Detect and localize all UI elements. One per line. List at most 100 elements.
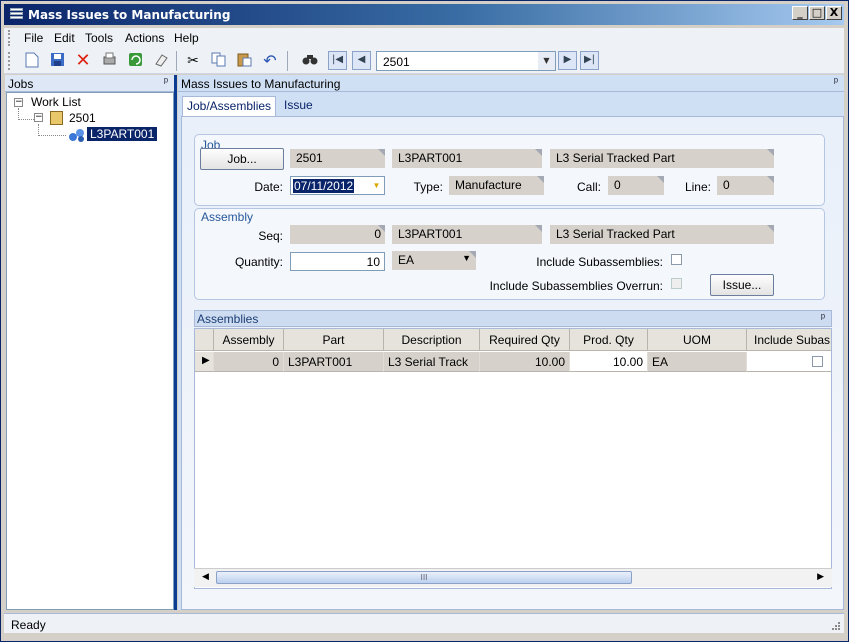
- resize-grip-icon[interactable]: [830, 620, 841, 631]
- scroll-left-icon[interactable]: ◀: [202, 572, 209, 582]
- scroll-right-icon[interactable]: ▶: [817, 572, 824, 582]
- column-header-description[interactable]: Description: [384, 329, 480, 351]
- next-icon[interactable]: ▶: [558, 51, 577, 70]
- column-header-uom[interactable]: UOM: [648, 329, 747, 351]
- chevron-down-icon[interactable]: ▼: [538, 52, 555, 70]
- menu-help[interactable]: Help: [174, 31, 199, 45]
- undo-icon[interactable]: ↶: [261, 52, 279, 70]
- pin-icon[interactable]: ᵖ: [821, 312, 825, 324]
- copy-icon[interactable]: [209, 52, 227, 70]
- new-icon[interactable]: [23, 52, 41, 70]
- pin-icon[interactable]: ᵖ: [834, 76, 838, 88]
- prev-icon[interactable]: ◀: [352, 51, 371, 70]
- menu-actions[interactable]: Actions: [125, 31, 164, 45]
- last-icon[interactable]: ▶|: [580, 51, 599, 70]
- jobs-pane-title: Jobs: [8, 77, 34, 91]
- first-icon[interactable]: |◀: [328, 51, 347, 70]
- menu-bar: File Edit Tools Actions Help: [4, 28, 844, 48]
- cut-icon[interactable]: ✂: [184, 52, 202, 70]
- include-subassemblies-overrun-checkbox[interactable]: [671, 278, 682, 289]
- job-nav-value: 2501: [383, 55, 410, 69]
- collapse-icon[interactable]: −: [34, 113, 43, 122]
- type-field: Manufacture: [449, 176, 544, 195]
- scroll-grip: III: [420, 573, 428, 582]
- chevron-down-icon[interactable]: ▼: [462, 253, 471, 263]
- assemblies-grid-title: Assemblies: [197, 312, 259, 326]
- paste-icon[interactable]: [235, 52, 253, 70]
- column-header-prod-qty[interactable]: Prod. Qty: [570, 329, 648, 351]
- menu-tools[interactable]: Tools: [85, 31, 113, 45]
- status-text: Ready: [11, 618, 46, 632]
- include-sub-row-checkbox[interactable]: [812, 356, 823, 367]
- save-icon[interactable]: [48, 52, 66, 70]
- tree-item-assembly[interactable]: L3PART001: [85, 126, 159, 142]
- column-header-part[interactable]: Part: [284, 329, 384, 351]
- horizontal-scrollbar[interactable]: ◀ III ▶: [194, 568, 832, 587]
- title-bar: Mass Issues to Manufacturing _ □ X: [4, 4, 844, 25]
- minimize-button[interactable]: _: [792, 6, 808, 20]
- grid-row-header-corner: [195, 329, 214, 351]
- seq-field: 0: [290, 225, 385, 244]
- quantity-label: Quantity:: [234, 255, 283, 269]
- menu-file[interactable]: File: [24, 31, 43, 45]
- uom-value: EA: [398, 253, 415, 267]
- job-nav-combo[interactable]: 2501 ▼: [376, 51, 556, 71]
- line-field: 0: [717, 176, 774, 195]
- clear-icon[interactable]: [152, 52, 170, 70]
- collapse-icon[interactable]: −: [14, 98, 23, 107]
- cell-description[interactable]: L3 Serial Track: [384, 352, 480, 372]
- scrollbar-thumb[interactable]: III: [216, 571, 632, 584]
- tab-issue[interactable]: Issue: [280, 96, 317, 116]
- tree-item-work-list[interactable]: Work List: [31, 95, 81, 109]
- close-button[interactable]: X: [826, 6, 842, 20]
- column-header-required-qty[interactable]: Required Qty: [480, 329, 570, 351]
- assemblies-grid: Assembly Part Description Required Qty P…: [194, 328, 832, 589]
- delete-icon[interactable]: ✕: [74, 52, 92, 70]
- refresh-icon[interactable]: [126, 52, 144, 70]
- job-icon: [50, 111, 63, 125]
- row-selector-icon[interactable]: ▶: [195, 352, 214, 372]
- window-title: Mass Issues to Manufacturing: [28, 8, 231, 22]
- cell-required-qty[interactable]: 10.00: [480, 352, 570, 372]
- date-value: 07/11/2012: [293, 179, 355, 193]
- toolbar-separator: [176, 51, 177, 71]
- include-subassemblies-checkbox[interactable]: [671, 254, 682, 265]
- pin-icon[interactable]: ᵖ: [164, 76, 168, 88]
- print-icon[interactable]: [100, 52, 118, 70]
- assembly-part-field: L3PART001: [392, 225, 542, 244]
- date-field[interactable]: 07/11/2012 ▼: [290, 176, 385, 195]
- job-part-field: L3PART001: [392, 149, 542, 168]
- column-header-assembly[interactable]: Assembly: [214, 329, 284, 351]
- toolbar-grip[interactable]: [8, 52, 11, 70]
- cell-prod-qty[interactable]: 10.00: [570, 352, 648, 372]
- menu-edit[interactable]: Edit: [54, 31, 75, 45]
- tree-item-job[interactable]: 2501: [69, 111, 96, 125]
- pane-splitter[interactable]: [174, 75, 177, 610]
- cell-part[interactable]: L3PART001: [284, 352, 384, 372]
- call-field: 0: [608, 176, 664, 195]
- cell-include-subassemblies[interactable]: [747, 352, 831, 372]
- main-window: Mass Issues to Manufacturing _ □ X File …: [0, 0, 849, 642]
- job-description-field: L3 Serial Tracked Part: [550, 149, 774, 168]
- menubar-grip[interactable]: [8, 30, 11, 46]
- assemblies-grid-header: Assemblies ᵖ: [194, 310, 832, 327]
- tab-job-assemblies[interactable]: Job/Assemblies: [182, 96, 277, 116]
- tab-strip: Job/Assemblies Issue: [178, 92, 844, 116]
- tree-connector: [18, 119, 34, 120]
- assembly-group-label: Assembly: [201, 210, 254, 224]
- job-button[interactable]: Job...: [200, 148, 284, 170]
- search-icon[interactable]: [301, 52, 319, 70]
- jobs-pane-header: Jobs ᵖ: [5, 75, 174, 92]
- maximize-button[interactable]: □: [809, 6, 825, 20]
- chevron-down-icon[interactable]: ▼: [369, 177, 384, 194]
- cell-uom[interactable]: EA: [648, 352, 747, 372]
- quantity-field[interactable]: 10: [290, 252, 385, 271]
- column-header-include-subassemblies[interactable]: Include Subas: [747, 329, 831, 351]
- main-pane-header: Mass Issues to Manufacturing ᵖ: [178, 75, 844, 92]
- assembly-icon: [68, 128, 86, 142]
- jobs-tree: − Work List − 2501 L3PART001: [6, 92, 174, 610]
- job-number-field: 2501: [290, 149, 385, 168]
- cell-assembly[interactable]: 0: [214, 352, 284, 372]
- issue-button[interactable]: Issue...: [710, 274, 774, 296]
- uom-select[interactable]: EA ▼: [392, 251, 476, 270]
